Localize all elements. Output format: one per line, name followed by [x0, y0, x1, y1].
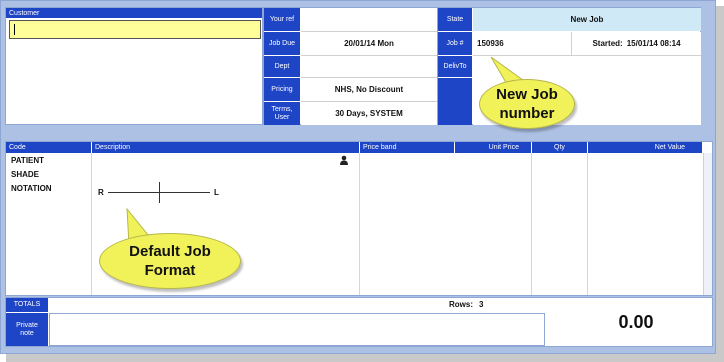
column-header-unit-price[interactable]: Unit Price: [455, 142, 531, 153]
started-value: 15/01/14 08:14: [626, 39, 681, 48]
new-job-number-callout: New Job number: [479, 79, 575, 129]
deliv-to-spacer: [438, 78, 472, 125]
dept-field[interactable]: [301, 56, 437, 77]
notation-right-label: R: [98, 188, 104, 197]
dept-label: Dept: [264, 56, 300, 77]
terms-user-field[interactable]: 30 Days, SYSTEM: [301, 102, 437, 125]
customer-label: Customer: [6, 8, 262, 18]
column-header-code[interactable]: Code: [6, 142, 91, 153]
rows-label: Rows:: [449, 300, 473, 309]
job-due-label: Job Due: [264, 32, 300, 55]
rows-count: Rows: 3: [449, 300, 483, 309]
deliv-to-label: DelivTo: [438, 56, 472, 77]
state-label: State: [438, 8, 472, 31]
pricing-label: Pricing: [264, 78, 300, 101]
total-value: 0.00: [618, 312, 654, 332]
private-note-label: Private note: [6, 313, 48, 346]
your-ref-label: Your ref: [264, 8, 300, 31]
text-cursor: [14, 24, 15, 35]
notation-left-label: L: [214, 188, 219, 197]
column-header-net-value[interactable]: Net Value: [588, 142, 702, 153]
customer-panel: Customer: [5, 7, 263, 125]
job-number-label: Job #: [438, 32, 472, 55]
tooth-notation-diagram: R L: [98, 180, 238, 204]
pricing-field[interactable]: NHS, No Discount: [301, 78, 437, 101]
row-code: SHADE: [11, 170, 40, 179]
terms-user-label: Terms, User: [264, 102, 300, 125]
patient-icon[interactable]: [339, 155, 349, 165]
notation-vertical-line: [159, 182, 160, 203]
column-header-qty[interactable]: Qty: [532, 142, 587, 153]
table-row[interactable]: PATIENT: [6, 154, 91, 167]
table-row[interactable]: SHADE: [6, 168, 91, 181]
row-code: PATIENT: [11, 156, 45, 165]
your-ref-field[interactable]: [301, 8, 437, 31]
grid-scrollbar[interactable]: [703, 153, 712, 295]
started-info: Started: 15/01/14 08:14: [572, 32, 701, 55]
row-code: NOTATION: [11, 184, 52, 193]
column-header-price-band[interactable]: Price band: [360, 142, 454, 153]
job-fields-panel: Your ref Job Due 20/01/14 Mon Dept Prici…: [263, 7, 437, 125]
state-value: New Job: [473, 8, 701, 31]
column-header-description[interactable]: Description: [92, 142, 359, 153]
default-job-format-callout: Default Job Format: [99, 233, 241, 289]
customer-input[interactable]: [9, 20, 261, 39]
totals-footer: TOTALS Rows: 3 Private note 0.00: [5, 297, 713, 347]
rows-value: 3: [479, 300, 484, 309]
job-due-field[interactable]: 20/01/14 Mon: [301, 32, 437, 55]
table-row[interactable]: NOTATION: [6, 182, 91, 195]
totals-label: TOTALS: [6, 298, 48, 312]
started-label: Started:: [592, 39, 623, 48]
private-note-field[interactable]: [49, 313, 545, 346]
job-window: Customer Your ref Job Due 20/01/14 Mon D…: [0, 0, 716, 354]
job-number-value: 150936: [473, 32, 571, 55]
